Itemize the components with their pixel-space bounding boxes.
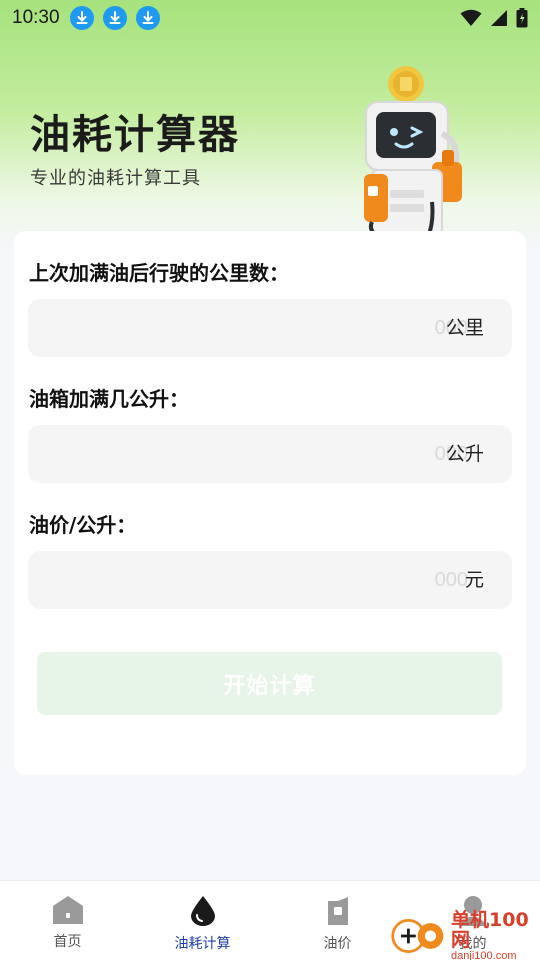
start-calculation-button[interactable]: 开始计算 (37, 652, 502, 715)
wifi-icon (460, 9, 482, 26)
battery-icon (516, 8, 528, 28)
download-notification-icon (135, 6, 160, 30)
status-time: 10:30 (12, 7, 60, 28)
liters-input[interactable] (168, 425, 468, 483)
fuel-can-icon (327, 897, 348, 925)
tab-oil-price[interactable]: 油价 (270, 881, 405, 960)
fuel-pump-mascot-illustration (364, 66, 462, 237)
watermark-main: 单机100网 (451, 909, 529, 951)
calculator-form-card: 上次加满油后行驶的公里数： 公里 油箱加满几公升： 公升 油价/公升： 元 开始… (14, 231, 526, 775)
tab-fuel-calc-label: 油耗计算 (174, 936, 231, 952)
price-field-box[interactable]: 元 (28, 551, 512, 609)
mileage-input[interactable] (168, 299, 468, 357)
hero-banner: 10:30 油耗计算器 专业的油耗计算工具 (0, 0, 540, 250)
page-subtitle: 专业的油耗计算工具 (30, 168, 201, 189)
download-notification-icon (102, 6, 127, 30)
liters-field-box[interactable]: 公升 (28, 425, 512, 483)
signal-icon (491, 10, 507, 26)
watermark-sub: danji100.com (451, 950, 517, 960)
watermark-gamepad-icon (391, 918, 444, 954)
mileage-field-box[interactable]: 公里 (28, 299, 512, 357)
mileage-label: 上次加满油后行驶的公里数： (29, 261, 289, 285)
tab-home[interactable]: 首页 (0, 881, 135, 960)
tab-home-label: 首页 (53, 934, 82, 950)
tab-oil-price-label: 油价 (323, 936, 352, 952)
watermark-logo: 单机100网 danji100.com (390, 910, 540, 960)
tab-fuel-calc[interactable]: 油耗计算 (135, 881, 270, 960)
price-label: 油价/公升： (29, 513, 137, 537)
liters-label: 油箱加满几公升： (29, 387, 189, 411)
liters-unit: 公升 (445, 443, 484, 465)
page-title: 油耗计算器 (30, 112, 240, 158)
home-icon (52, 896, 83, 924)
status-bar: 10:30 (0, 0, 540, 36)
oil-drop-icon (190, 896, 215, 926)
price-unit: 元 (464, 569, 484, 591)
status-icons (460, 8, 528, 28)
download-notification-icon (69, 6, 94, 30)
price-input[interactable] (168, 551, 468, 609)
mileage-unit: 公里 (445, 317, 484, 339)
